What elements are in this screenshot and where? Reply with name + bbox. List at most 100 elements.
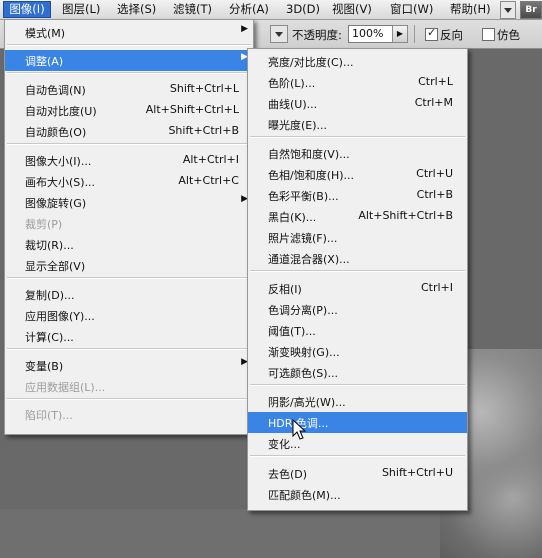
menu-item-色调分离[interactable]: 色调分离(P)... — [248, 299, 467, 320]
menu-separator — [250, 136, 465, 138]
bridge-icon[interactable]: Br — [520, 1, 542, 19]
menu-item-自然饱和度[interactable]: 自然饱和度(V)... — [248, 143, 467, 164]
menu-item-裁切[interactable]: 裁切(R)... — [5, 234, 253, 255]
menu-item-调整[interactable]: 调整(A) ▶ — [5, 50, 253, 71]
menu-item-label: 裁剪(P) — [25, 218, 63, 231]
menu-view[interactable]: 视图(V) — [332, 2, 372, 17]
menu-separator — [7, 44, 251, 46]
menu-item-label: 模式(M) — [25, 27, 66, 40]
menu-item-label: 自动颜色(O) — [25, 126, 87, 139]
shortcut-label: Alt+Ctrl+C — [178, 174, 239, 187]
menu-item-通道混合器[interactable]: 通道混合器(X)... — [248, 248, 467, 269]
menu-item-label: 色彩平衡(B)... — [268, 190, 339, 203]
menu-item-label: 亮度/对比度(C)... — [268, 56, 354, 69]
menu-item-色相-饱和度[interactable]: 色相/饱和度(H)... Ctrl+U — [248, 164, 467, 185]
menu-item-label: 应用图像(Y)... — [25, 310, 95, 323]
menu-item-label: 照片滤镜(F)... — [268, 232, 338, 245]
menu-item-曲线[interactable]: 曲线(U)... Ctrl+M — [248, 93, 467, 114]
shortcut-label: Ctrl+B — [416, 188, 453, 201]
menu-item-label: 显示全部(V) — [25, 260, 86, 273]
menu-item-黑白[interactable]: 黑白(K)... Alt+Shift+Ctrl+B — [248, 206, 467, 227]
menu-item-label: 可选颜色(S)... — [268, 367, 339, 380]
menu-separator — [7, 277, 251, 279]
menu-select[interactable]: 选择(S) — [117, 2, 156, 17]
menu-item-label: 渐变映射(G)... — [268, 346, 340, 359]
reverse-checkbox[interactable] — [425, 26, 438, 41]
menu-item-计算[interactable]: 计算(C)... — [5, 326, 253, 347]
image-menu: 模式(M) ▶ 调整(A) ▶ 自动色调(N) Shift+Ctrl+L 自动对比度(U) A… — [4, 19, 254, 435]
menu-item-label: 匹配颜色(M)... — [268, 489, 341, 502]
menu-item-label: 陷印(T)... — [25, 409, 73, 422]
menu-layer[interactable]: 图层(L) — [62, 2, 100, 17]
menu-item-图像旋转[interactable]: 图像旋转(G) ▶ — [5, 192, 253, 213]
menu-item-label: 画布大小(S)... — [25, 176, 96, 189]
menu-item-画布大小[interactable]: 画布大小(S)... Alt+Ctrl+C — [5, 171, 253, 192]
menu-item-反相[interactable]: 反相(I) Ctrl+I — [248, 278, 467, 299]
menu-filter[interactable]: 滤镜(T) — [173, 2, 212, 17]
shortcut-label: Shift+Ctrl+B — [168, 124, 239, 137]
shortcut-label: Ctrl+U — [416, 167, 453, 180]
separator — [414, 25, 415, 43]
menu-item-阴影-高光[interactable]: 阴影/高光(W)... — [248, 391, 467, 412]
menu-item-hdr-色调[interactable]: HDR 色调... — [248, 412, 467, 433]
menu-item-应用图像[interactable]: 应用图像(Y)... — [5, 305, 253, 326]
menu-item-照片滤镜[interactable]: 照片滤镜(F)... — [248, 227, 467, 248]
menu-item-label: 曲线(U)... — [268, 98, 318, 111]
opacity-field[interactable]: 100% — [348, 25, 393, 43]
menu-item-陷印: 陷印(T)... — [5, 404, 253, 425]
menu-separator — [250, 270, 465, 272]
reverse-label: 反向 — [440, 28, 463, 42]
menu-item-label: 调整(A) — [25, 55, 64, 68]
menu-item-label: 图像大小(I)... — [25, 155, 92, 168]
shortcut-label: Ctrl+M — [414, 96, 453, 109]
menu-item-label: 裁切(R)... — [25, 239, 74, 252]
menu-image[interactable]: 图像(I) — [3, 1, 51, 18]
menu-item-变化[interactable]: 变化... — [248, 433, 467, 454]
menu-item-自动颜色[interactable]: 自动颜色(O) Shift+Ctrl+B — [5, 121, 253, 142]
menu-item-label: 应用数据组(L)... — [25, 381, 106, 394]
menu-item-匹配颜色[interactable]: 匹配颜色(M)... — [248, 484, 467, 505]
menu-separator — [250, 455, 465, 457]
menu-item-label: 色相/饱和度(H)... — [268, 169, 355, 182]
menu-separator — [250, 384, 465, 386]
menu-item-变量[interactable]: 变量(B) ▶ — [5, 355, 253, 376]
menu-help[interactable]: 帮助(H) — [450, 2, 491, 17]
mode-dropdown[interactable] — [270, 25, 288, 43]
menu-item-自动色调[interactable]: 自动色调(N) Shift+Ctrl+L — [5, 79, 253, 100]
menu-3d[interactable]: 3D(D) — [286, 2, 320, 17]
opacity-stepper[interactable]: ▶ — [392, 25, 408, 43]
menu-item-模式[interactable]: 模式(M) ▶ — [5, 22, 253, 43]
menu-separator — [7, 348, 251, 350]
menu-item-label: 黑白(K)... — [268, 211, 317, 224]
menu-item-亮度-对比度[interactable]: 亮度/对比度(C)... — [248, 51, 467, 72]
menu-item-label: 自动色调(N) — [25, 84, 86, 97]
menu-item-色彩平衡[interactable]: 色彩平衡(B)... Ctrl+B — [248, 185, 467, 206]
menu-item-阈值[interactable]: 阈值(T)... — [248, 320, 467, 341]
menu-item-label: 通道混合器(X)... — [268, 253, 350, 266]
menu-item-复制[interactable]: 复制(D)... — [5, 284, 253, 305]
menu-item-label: 阈值(T)... — [268, 325, 316, 338]
menu-item-色阶[interactable]: 色阶(L)... Ctrl+L — [248, 72, 467, 93]
menu-window[interactable]: 窗口(W) — [390, 2, 433, 17]
menu-item-去色[interactable]: 去色(D) Shift+Ctrl+U — [248, 463, 467, 484]
shortcut-label: Ctrl+L — [418, 75, 453, 88]
menu-item-渐变映射[interactable]: 渐变映射(G)... — [248, 341, 467, 362]
submenu-arrow-icon: ▶ — [241, 24, 248, 34]
menu-item-可选颜色[interactable]: 可选颜色(S)... — [248, 362, 467, 383]
menu-item-label: 去色(D) — [268, 468, 308, 481]
menu-item-label: 自然饱和度(V)... — [268, 148, 350, 161]
menu-item-曝光度[interactable]: 曝光度(E)... — [248, 114, 467, 135]
menu-item-应用数据组: 应用数据组(L)... — [5, 376, 253, 397]
opacity-label: 不透明度: — [292, 28, 342, 42]
menu-analysis[interactable]: 分析(A) — [229, 2, 269, 17]
adjust-submenu: 亮度/对比度(C)... 色阶(L)... Ctrl+L 曲线(U)... Ctrl+M… — [247, 48, 468, 511]
dropdown-icon[interactable] — [500, 1, 516, 19]
menu-item-label: 变量(B) — [25, 360, 64, 373]
menu-item-label: 复制(D)... — [25, 289, 75, 302]
menu-item-图像大小[interactable]: 图像大小(I)... Alt+Ctrl+I — [5, 150, 253, 171]
menu-item-label: 阴影/高光(W)... — [268, 396, 346, 409]
mouse-cursor-icon — [292, 419, 306, 440]
menu-item-显示全部[interactable]: 显示全部(V) — [5, 255, 253, 276]
menu-item-自动对比度[interactable]: 自动对比度(U) Alt+Shift+Ctrl+L — [5, 100, 253, 121]
dither-checkbox[interactable] — [482, 28, 495, 41]
